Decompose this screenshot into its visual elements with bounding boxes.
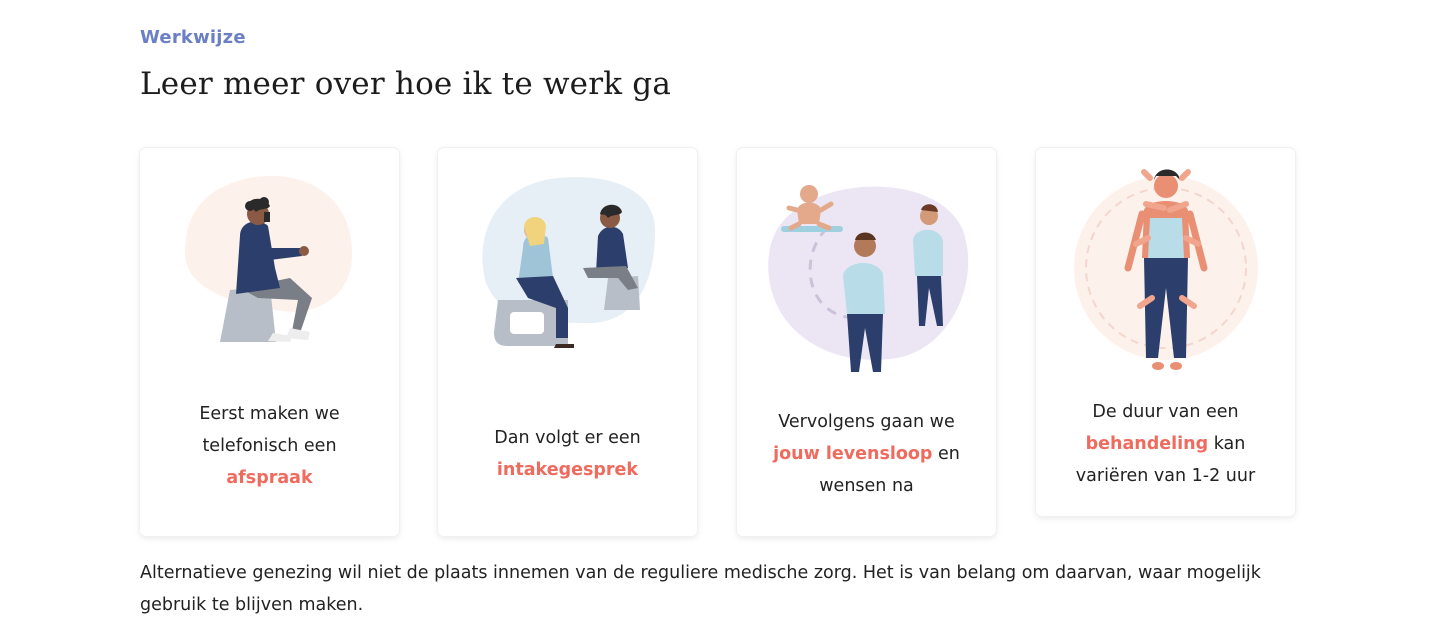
section-title: Leer meer over hoe ik te werk ga — [140, 66, 672, 102]
treatment-hands-illustration — [1074, 169, 1258, 370]
step-text-before: Eerst maken we telefonisch een — [199, 404, 340, 456]
step-text-3: Vervolgens gaan we jouw levensloop en we… — [757, 406, 976, 502]
step-text-4: De duur van een behandeling kan variëren… — [1056, 396, 1275, 492]
step-highlight: jouw levensloop — [773, 444, 933, 464]
step-card-1: Eerst maken we telefonisch een afspraak — [140, 148, 399, 536]
step-card-2: Dan volgt er een intakegesprek — [438, 148, 697, 536]
intro-paragraph: Alternatieve genezing wil niet de plaats… — [140, 563, 1261, 615]
step-card-4: De duur van een behandeling kan variëren… — [1036, 148, 1295, 516]
step-highlight: intakegesprek — [496, 460, 639, 480]
step-text-2: Dan volgt er een intakegesprek — [458, 422, 677, 486]
step-text-1: Eerst maken we telefonisch een afspraak — [160, 398, 379, 494]
man-on-phone-illustration — [185, 175, 353, 342]
section-eyebrow: Werkwijze — [140, 27, 246, 48]
step-highlight: afspraak — [226, 468, 313, 488]
step-text-before: Dan volgt er een — [494, 428, 641, 448]
step-highlight: behandeling — [1085, 434, 1209, 454]
step-text-before: De duur van een — [1092, 402, 1239, 422]
step-card-3: Vervolgens gaan we jouw levensloop en we… — [737, 148, 996, 536]
intake-conversation-illustration — [482, 177, 656, 348]
step-text-before: Vervolgens gaan we — [778, 412, 955, 432]
life-course-illustration — [768, 185, 969, 372]
